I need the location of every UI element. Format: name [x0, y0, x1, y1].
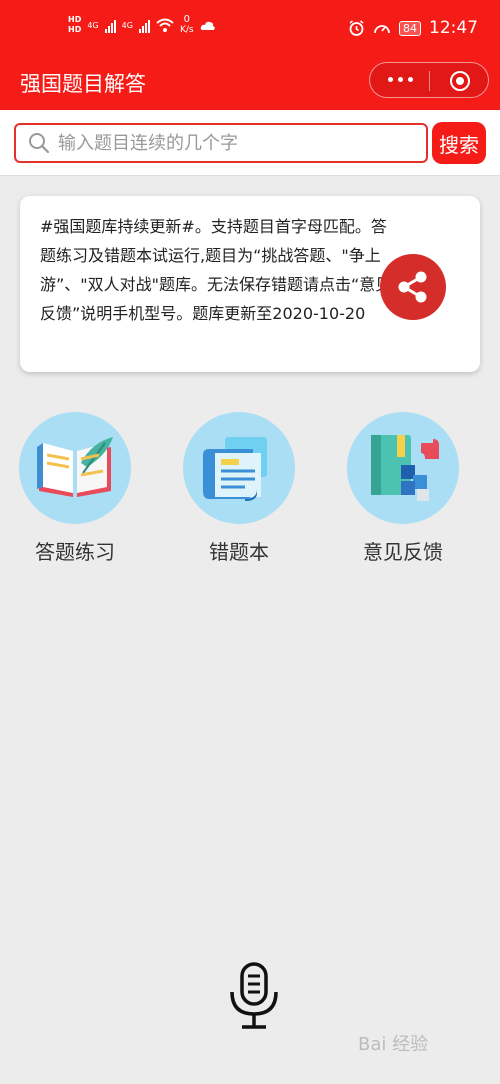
speedometer-icon [374, 24, 390, 33]
feature-grid: 答题练习 错题本 意见反馈 [0, 412, 500, 572]
status-left: HD HD 4G 4G 0 K/s [68, 14, 216, 36]
notice-card: #强国题库持续更新#。支持题目首字母匹配。答题练习及错题本试运行,题目为“挑战答… [20, 196, 480, 372]
feature-feedback[interactable]: 意见反馈 [338, 412, 468, 565]
feature-label: 答题练习 [35, 540, 115, 564]
microphone-icon[interactable] [228, 962, 280, 1030]
share-icon [398, 271, 427, 303]
more-dots-icon[interactable] [388, 77, 413, 82]
nav-bar: 强国题目解答 [0, 60, 500, 110]
document-scroll-icon [203, 437, 267, 501]
network-label: 4G [121, 20, 133, 30]
search-bar: 搜索 [0, 110, 500, 176]
watermark: Bai 经验 [358, 1034, 429, 1055]
search-box[interactable] [14, 123, 428, 163]
clock: 12:47 [429, 18, 478, 38]
book-quill-icon [37, 437, 113, 497]
close-target-icon[interactable] [450, 71, 470, 91]
battery-indicator: 84 [399, 20, 421, 36]
hd-badge: HD [68, 25, 82, 34]
status-right: 84 12:47 [348, 18, 478, 38]
feedback-circle[interactable] [347, 412, 459, 524]
notice-text: #强国题库持续更新#。支持题目首字母匹配。答题练习及错题本试运行,题目为“挑战答… [40, 217, 392, 323]
search-button[interactable]: 搜索 [432, 122, 486, 164]
search-icon [29, 133, 50, 154]
search-input[interactable] [58, 132, 398, 154]
page-title: 强国题目解答 [20, 72, 146, 96]
capsule-divider [429, 71, 430, 91]
share-button[interactable] [380, 254, 446, 320]
wrongbook-circle[interactable] [183, 412, 295, 524]
hd-badge: HD [68, 15, 82, 24]
feature-label: 错题本 [209, 540, 269, 564]
feature-wrongbook[interactable]: 错题本 [174, 412, 304, 565]
miniprogram-capsule [369, 62, 489, 98]
status-bar: HD HD 4G 4G 0 K/s 84 12:47 [0, 0, 500, 60]
speed-unit: K/s [179, 25, 194, 35]
alarm-icon [349, 19, 364, 36]
puzzle-book-icon [371, 435, 439, 501]
signal-icon [138, 17, 150, 33]
network-label: 4G [87, 20, 99, 30]
feature-label: 意见反馈 [363, 540, 443, 564]
practice-circle[interactable] [19, 412, 131, 524]
speed-value: 0 [183, 14, 190, 25]
feature-practice[interactable]: 答题练习 [10, 412, 140, 565]
wifi-icon [156, 18, 174, 32]
signal-icon [104, 17, 116, 33]
cloud-icon [200, 21, 215, 30]
